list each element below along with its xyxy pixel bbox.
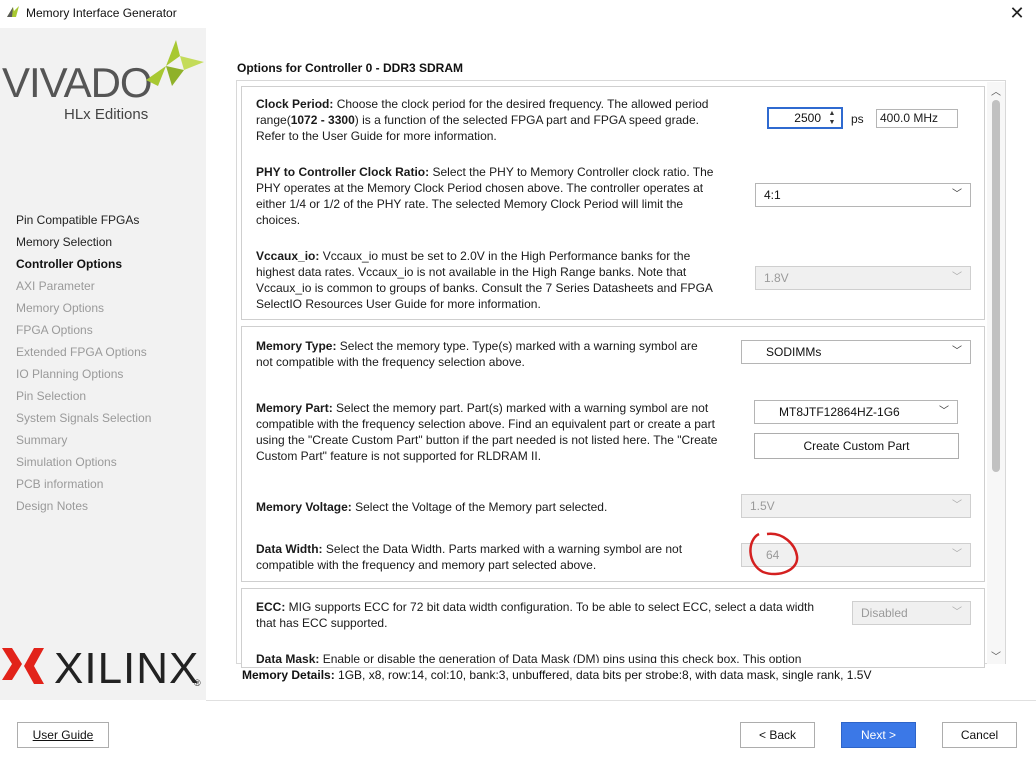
- nav-item-design-notes: Design Notes: [16, 499, 89, 513]
- spinner-up-icon[interactable]: ▲: [825, 109, 839, 118]
- back-button[interactable]: < Back: [740, 722, 815, 748]
- clock-period-description: Clock Period: Choose the clock period fo…: [256, 97, 709, 143]
- phy-ratio-description: PHY to Controller Clock Ratio: Select th…: [256, 165, 714, 227]
- chevron-down-icon: ﹀: [952, 272, 962, 283]
- nav-item-io-planning-options: IO Planning Options: [16, 367, 124, 381]
- cancel-button[interactable]: Cancel: [942, 722, 1017, 748]
- footer-divider: [206, 700, 1036, 701]
- xilinx-logo: XILINX ®: [0, 636, 206, 696]
- nav-item-simulation-options: Simulation Options: [16, 455, 117, 469]
- nav-item-controller-options[interactable]: Controller Options: [16, 253, 151, 275]
- clock-period-value[interactable]: 2500: [794, 111, 821, 125]
- memory-details: Memory Details: 1GB, x8, row:14, col:10,…: [242, 668, 872, 682]
- page-title: Options for Controller 0 - DDR3 SDRAM: [237, 61, 464, 75]
- vertical-scrollbar[interactable]: ︿ ﹀: [987, 82, 1005, 664]
- xilinx-wordmark: XILINX: [54, 644, 200, 693]
- memory-voltage-description: Memory Voltage: Select the Voltage of th…: [256, 500, 608, 514]
- scrollbar-thumb[interactable]: [992, 100, 1000, 472]
- data-mask-clip: Data Mask: Enable or disable the generat…: [242, 647, 986, 663]
- memory-type-description: Memory Type: Select the memory type. Typ…: [256, 339, 698, 369]
- nav-item-pin-compatible-fpgas[interactable]: Pin Compatible FPGAs: [16, 209, 151, 231]
- nav-item-extended-fpga-options: Extended FPGA Options: [16, 345, 147, 359]
- ecc-select: Disabled ﹀: [852, 601, 971, 625]
- memory-part-select[interactable]: MT8JTF12864HZ-1G6 ﹀: [754, 400, 958, 424]
- chevron-down-icon: ﹀: [939, 406, 949, 417]
- chevron-down-icon: ﹀: [952, 549, 962, 560]
- title-bar: Memory Interface Generator ✕: [0, 0, 1036, 26]
- chevron-down-icon: ﹀: [952, 500, 962, 511]
- clock-period-unit: ps: [851, 112, 864, 126]
- chevron-down-icon: ﹀: [952, 346, 962, 357]
- clock-frequency-readout: 400.0 MHz: [876, 109, 958, 128]
- nav-item-memory-selection[interactable]: Memory Selection: [16, 231, 151, 253]
- scroll-down-icon[interactable]: ﹀: [987, 648, 1005, 663]
- sidebar: VIVADO HLx Editions Pin Compatible FPGAs…: [0, 28, 206, 700]
- nav-item-system-signals-selection: System Signals Selection: [16, 411, 152, 425]
- spinner-down-icon[interactable]: ▼: [825, 118, 839, 127]
- nav-item-axi-parameter: AXI Parameter: [16, 279, 95, 293]
- chevron-down-icon: ﹀: [952, 607, 962, 618]
- ecc-description: ECC: MIG supports ECC for 72 bit data wi…: [256, 600, 815, 630]
- next-button[interactable]: Next >: [841, 722, 916, 748]
- nav-item-pin-selection: Pin Selection: [16, 389, 87, 403]
- step-navigation: Pin Compatible FPGAs Memory Selection Co…: [16, 209, 151, 517]
- phy-ratio-select[interactable]: 4:1 ﹀: [755, 183, 971, 207]
- vivado-wordmark: VIVADO: [2, 59, 153, 106]
- data-mask-description: Data Mask: Enable or disable the generat…: [256, 652, 802, 663]
- nav-item-memory-options: Memory Options: [16, 301, 105, 315]
- scroll-up-icon[interactable]: ︿: [987, 83, 1005, 98]
- window-title: Memory Interface Generator: [26, 6, 177, 20]
- vivado-mark-icon: [146, 40, 204, 86]
- annotation-circle: [749, 532, 799, 576]
- nav-item-summary: Summary: [16, 433, 68, 447]
- nav-item-pcb-information: PCB information: [16, 477, 104, 491]
- vivado-app-icon: [7, 6, 19, 17]
- chevron-down-icon: ﹀: [952, 189, 962, 200]
- registered-mark: ®: [194, 678, 201, 688]
- hlx-editions-label: HLx Editions: [64, 106, 149, 123]
- close-icon[interactable]: ✕: [1006, 2, 1028, 24]
- vivado-logo: VIVADO HLx Editions: [0, 34, 206, 144]
- memory-voltage-select: 1.5V ﹀: [741, 494, 971, 518]
- vccaux-description: Vccaux_io: Vccaux_io must be set to 2.0V…: [256, 249, 713, 311]
- clock-period-spinner[interactable]: 2500 ▲ ▼: [767, 107, 843, 129]
- vccaux-select: 1.8V ﹀: [755, 266, 971, 290]
- memory-part-description: Memory Part: Select the memory part. Par…: [256, 401, 718, 463]
- memory-type-select[interactable]: SODIMMs ﹀: [741, 340, 971, 364]
- data-width-description: Data Width: Select the Data Width. Parts…: [256, 542, 683, 572]
- xilinx-mark-icon: [2, 648, 44, 684]
- user-guide-button[interactable]: User Guide: [17, 722, 109, 748]
- nav-item-fpga-options: FPGA Options: [16, 323, 93, 337]
- create-custom-part-button[interactable]: Create Custom Part: [754, 433, 959, 459]
